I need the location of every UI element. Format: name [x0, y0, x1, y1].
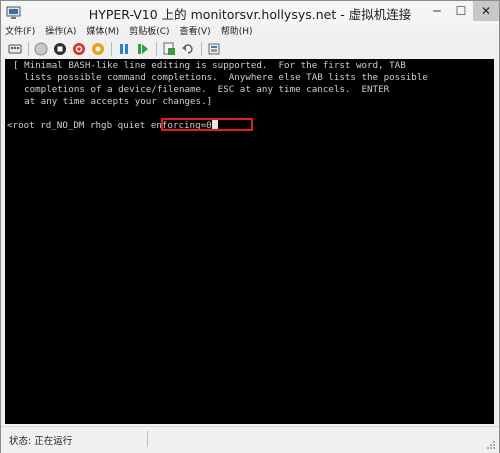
toolbar-separator	[156, 42, 157, 56]
minimize-button[interactable]: ─	[424, 1, 450, 21]
revert-icon[interactable]	[181, 42, 195, 56]
checkpoint-icon[interactable]	[162, 42, 176, 56]
console-line: at any time accepts your changes.]	[13, 96, 213, 107]
vm-connection-window: HYPER-V10 上的 monitorsvr.hollysys.net - 虚…	[0, 0, 500, 453]
status-text: 状态: 正在运行	[9, 436, 73, 447]
start-icon[interactable]	[34, 42, 48, 56]
turnoff-icon[interactable]	[53, 42, 67, 56]
menu-help[interactable]: 帮助(H)	[221, 25, 253, 39]
enforcing-highlight-box	[161, 118, 253, 131]
ctrl-alt-del-icon[interactable]	[8, 42, 22, 56]
maximize-button[interactable]: ☐	[448, 1, 474, 21]
menu-view[interactable]: 查看(V)	[180, 25, 211, 39]
toolbar-separator	[111, 42, 112, 56]
menu-clipboard[interactable]: 剪贴板(C)	[129, 25, 169, 39]
toolbar	[1, 40, 499, 58]
title-bar[interactable]: HYPER-V10 上的 monitorsvr.hollysys.net - 虚…	[1, 1, 499, 25]
console-line: [ Minimal BASH-like line editing is supp…	[13, 60, 406, 71]
vm-console-screen[interactable]: [ Minimal BASH-like line editing is supp…	[5, 59, 494, 424]
console-line: lists possible command completions. Anyw…	[13, 72, 428, 83]
reset-icon[interactable]	[136, 42, 150, 56]
console-line: completions of a device/filename. ESC at…	[13, 84, 390, 95]
menu-file[interactable]: 文件(F)	[5, 25, 35, 39]
menu-action[interactable]: 操作(A)	[45, 25, 76, 39]
enhanced-session-icon[interactable]	[207, 42, 221, 56]
status-bar: 状态: 正在运行	[1, 426, 499, 453]
pause-icon[interactable]	[117, 42, 131, 56]
resize-grip-icon[interactable]	[486, 440, 496, 450]
save-icon[interactable]	[91, 42, 105, 56]
status-divider	[147, 431, 148, 447]
toolbar-separator	[28, 42, 29, 56]
toolbar-separator	[201, 42, 202, 56]
close-button[interactable]: ✕	[473, 1, 499, 21]
menu-media[interactable]: 媒体(M)	[86, 25, 119, 39]
shutdown-icon[interactable]	[72, 42, 86, 56]
menu-bar: 文件(F) 操作(A) 媒体(M) 剪贴板(C) 查看(V) 帮助(H)	[5, 25, 262, 39]
